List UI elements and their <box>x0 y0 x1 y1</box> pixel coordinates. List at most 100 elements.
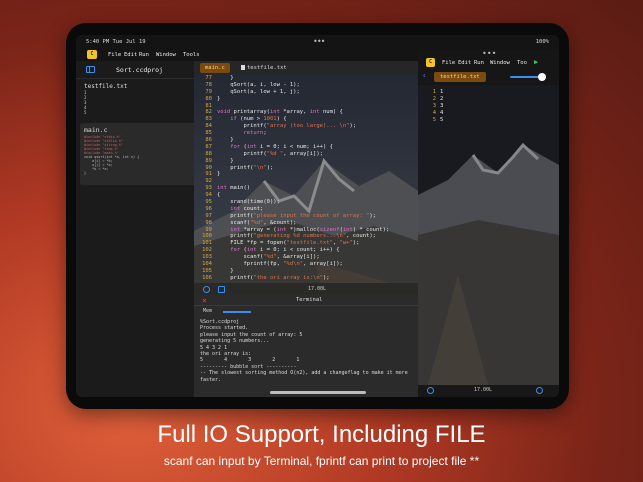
code-line[interactable]: 81 <box>194 103 418 110</box>
settings-icon[interactable] <box>427 387 434 394</box>
line-number: 100 <box>202 233 212 240</box>
menu-run[interactable]: Run <box>474 60 484 66</box>
code-line[interactable]: 89 } <box>194 158 418 165</box>
testfile-line[interactable]: 55 <box>428 116 444 124</box>
terminal-mem-label: Mem <box>203 308 213 314</box>
line-number: 98 <box>205 219 212 226</box>
line-number: 82 <box>205 109 212 116</box>
menu-window[interactable]: Window <box>490 60 510 66</box>
line-value: 5 <box>440 116 444 123</box>
multitask-dots-icon[interactable]: ••• <box>313 37 325 46</box>
line-value: 3 <box>440 102 444 109</box>
code-line[interactable]: 87 for (int i = 0; i < num; i++) { <box>194 144 418 151</box>
home-indicator[interactable] <box>270 391 366 394</box>
menu-edit[interactable]: Edit <box>458 60 471 66</box>
line-number: 90 <box>205 164 212 171</box>
status-time: 5:40 PM Tue Jul 19 <box>86 39 146 45</box>
code-line[interactable]: 95 srand(time(0)); <box>194 199 418 206</box>
battery-status: 100% <box>535 39 549 45</box>
code-line[interactable]: 100 printf("generating %d numbers...\n",… <box>194 233 418 240</box>
code-line[interactable]: 85 return; <box>194 130 418 137</box>
tab-main-c[interactable]: main.c <box>200 63 230 73</box>
testfile-line[interactable]: 22 <box>428 95 444 103</box>
code-text: scanf("%d", &array[i]); <box>217 254 320 261</box>
run-icon[interactable]: ▶ <box>534 58 538 66</box>
close-icon[interactable]: ✕ <box>202 296 207 305</box>
code-line[interactable]: 99 int *array = (int *)malloc(sizeof(int… <box>194 227 418 234</box>
code-line[interactable]: 106 printf("the ori array is:\n"); <box>194 275 418 282</box>
settings-icon[interactable] <box>203 286 210 293</box>
code-lines[interactable]: 77 } 78 qSort(a, i, low - 1); 79 qSort(a, … <box>194 75 418 283</box>
code-line[interactable]: 91} <box>194 171 418 178</box>
code-line[interactable]: 94 { <box>194 192 418 199</box>
code-text: printf("generating %d numbers...\n", cou… <box>217 233 376 240</box>
terminal-output[interactable]: %Sort.ccdproj Process started. please in… <box>200 319 414 383</box>
code-line[interactable]: 102 for (int i = 0; i < count; i++) { <box>194 247 418 254</box>
testfile-line[interactable]: 11 <box>428 89 444 96</box>
code-line[interactable]: 103 scanf("%d", &array[i]); <box>194 254 418 261</box>
list-icon[interactable] <box>218 286 225 293</box>
file-preview[interactable]: testfile.txt 12345 <box>84 83 188 123</box>
tab-testfile[interactable]: testfile.txt <box>236 63 292 73</box>
menu-tools[interactable]: Tools <box>183 52 200 58</box>
menu-file[interactable]: File <box>442 60 455 66</box>
app-logo-icon: C <box>426 58 435 67</box>
line-number: 79 <box>205 88 212 95</box>
code-text: fprintf(fp, "%d\n", array[i]); <box>217 261 343 268</box>
menu-run[interactable]: Run <box>139 52 149 58</box>
line-number: 5 <box>432 116 436 123</box>
code-text: printf("the ori array is:\n"); <box>217 274 330 281</box>
back-icon[interactable]: ‹ <box>422 71 427 80</box>
testfile-lines[interactable]: 1122334455 <box>428 89 444 124</box>
line-number: 102 <box>202 247 212 254</box>
code-text: printf("%d ", array[i]); <box>217 150 323 157</box>
code-line[interactable]: 98 scanf("%d", &count); <box>194 220 418 227</box>
code-text: for (int i = 0; i < num; i++) { <box>230 143 333 150</box>
code-line[interactable]: 84 printf("array (too large)... \n"); <box>194 123 418 130</box>
code-line[interactable]: 93 int main() <box>194 185 418 192</box>
line-number: 2 <box>432 95 436 102</box>
main-file-thumbnail[interactable]: main.c #include "stdio.h" #include "stdli… <box>80 123 196 185</box>
project-sidebar: Sort.ccdproj testfile.txt 12345 main.c #… <box>76 61 196 397</box>
slider-knob[interactable] <box>538 73 546 81</box>
terminal-panel: ✕ Terminal Mem %Sort.ccdproj Process sta… <box>194 295 418 397</box>
menu-edit[interactable]: Edit <box>124 52 137 58</box>
menu-file[interactable]: File <box>108 52 121 58</box>
code-text: } <box>217 137 234 144</box>
code-line[interactable]: 105 } <box>194 268 418 275</box>
code-text: qSort(a, i, low - 1); <box>217 81 300 88</box>
project-title: Sort.ccdproj <box>116 66 163 74</box>
code-line[interactable]: 101 FILE *fp = fopen("testfile.txt", "w+… <box>194 240 418 247</box>
code-line[interactable]: 78 qSort(a, i, low - 1); <box>194 82 418 89</box>
code-line[interactable]: 80} <box>194 96 418 103</box>
code-line[interactable]: 104 fprintf(fp, "%d\n", array[i]); <box>194 261 418 268</box>
menu-window[interactable]: Window <box>156 52 176 58</box>
ipad-screen: 5:40 PM Tue Jul 19 ••• 100% C File Edit … <box>76 35 559 397</box>
code-line[interactable]: 88 printf("%d ", array[i]); <box>194 151 418 158</box>
search-icon[interactable] <box>536 387 543 394</box>
code-line[interactable]: 90 printf("\n"); <box>194 165 418 172</box>
code-line[interactable]: 97 printf("please input the count of arr… <box>194 213 418 220</box>
code-line[interactable]: 77 } <box>194 75 418 82</box>
testfile-line[interactable]: 33 <box>428 102 444 110</box>
code-line[interactable]: 92 <box>194 178 418 185</box>
testfile-line[interactable]: 44 <box>428 110 444 117</box>
code-text: if (num > 1001) { <box>230 116 287 123</box>
file-preview-lines: 12345 <box>84 90 188 115</box>
code-text: srand(time(0)); <box>217 199 280 206</box>
line-number: 89 <box>205 157 212 164</box>
code-line[interactable]: 96 int count; <box>194 206 418 213</box>
code-line[interactable]: 79 qSort(a, low + 1, j); <box>194 89 418 96</box>
code-line[interactable]: 82 void printarray(int *array, int num) { <box>194 109 418 116</box>
code-text: } <box>217 95 221 102</box>
line-number: 95 <box>205 199 212 206</box>
line-value: 1 <box>440 89 444 95</box>
terminal-progress-bar <box>223 311 251 313</box>
menu-tools[interactable]: Too <box>517 60 527 66</box>
code-line[interactable]: 86 } <box>194 137 418 144</box>
thumbnail-code-line: } <box>84 171 87 175</box>
tab-testfile[interactable]: testfile.txt <box>434 72 486 82</box>
code-line[interactable]: 83 if (num > 1001) { <box>194 116 418 123</box>
sidebar-toggle-icon[interactable] <box>86 66 95 73</box>
line-number: 103 <box>202 254 212 261</box>
